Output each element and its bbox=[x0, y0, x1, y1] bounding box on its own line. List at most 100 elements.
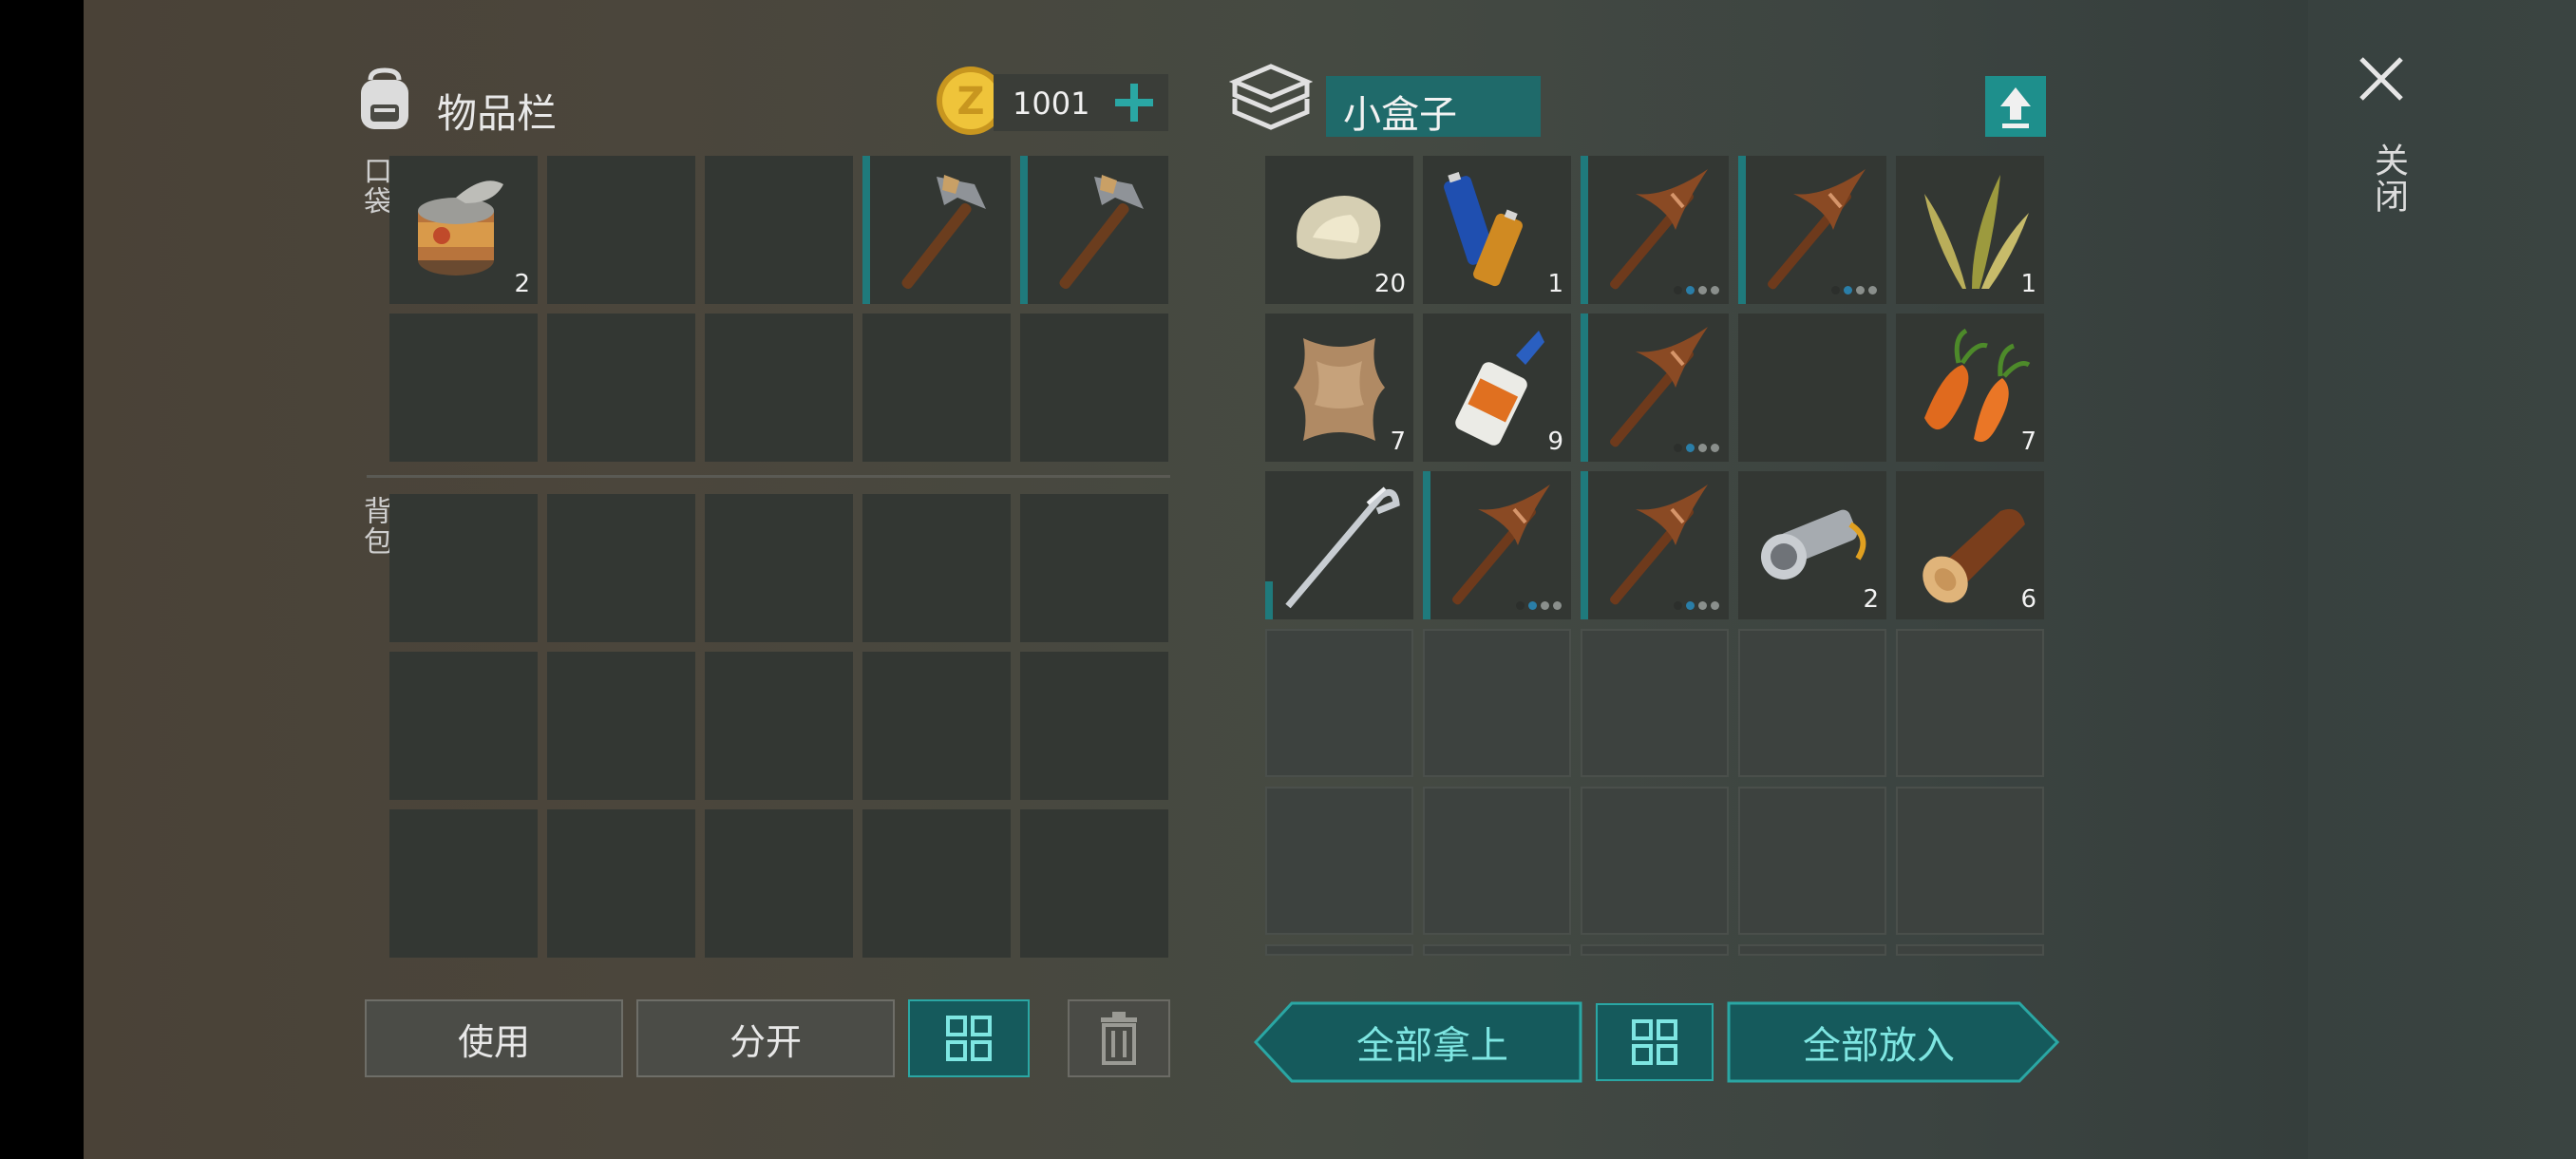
item-count: 7 bbox=[1390, 428, 1406, 456]
container-slot[interactable] bbox=[1738, 787, 1886, 935]
container-slot[interactable] bbox=[1423, 787, 1571, 935]
backpack-slot[interactable] bbox=[862, 494, 1011, 642]
backpack-slot[interactable] bbox=[389, 809, 538, 958]
durability-pips bbox=[1674, 601, 1719, 610]
container-slot[interactable] bbox=[1581, 629, 1729, 777]
close-label[interactable]: 关闭 bbox=[2363, 142, 2413, 215]
durability-bar bbox=[862, 156, 870, 304]
container-slot[interactable]: 2 bbox=[1738, 471, 1886, 619]
container-slot[interactable] bbox=[1738, 944, 1886, 956]
container-slot[interactable] bbox=[1265, 629, 1413, 777]
backpack-icon bbox=[351, 66, 418, 133]
container-slot[interactable] bbox=[1738, 156, 1886, 304]
container-slot[interactable] bbox=[1265, 787, 1413, 935]
inventory-title: 物品栏 bbox=[437, 90, 558, 137]
container-slot[interactable] bbox=[1423, 944, 1571, 956]
pocket-slot[interactable] bbox=[705, 156, 853, 304]
trash-icon bbox=[1101, 1012, 1137, 1065]
container-name: 小盒子 bbox=[1343, 93, 1457, 137]
durability-bar bbox=[1581, 314, 1588, 462]
game-screen: 物品栏 Z 1001 口袋 背包 小盒子 关闭 使用 分开 全部拿上 全部放入 … bbox=[0, 0, 2576, 1159]
container-slot[interactable] bbox=[1423, 471, 1571, 619]
container-slot[interactable] bbox=[1738, 314, 1886, 462]
add-coins-button[interactable] bbox=[1106, 76, 1163, 129]
container-slot[interactable] bbox=[1581, 314, 1729, 462]
backpack-slot[interactable] bbox=[547, 494, 695, 642]
item-count: 9 bbox=[1547, 428, 1563, 456]
backpack-slot[interactable] bbox=[705, 652, 853, 800]
backpack-slot[interactable] bbox=[547, 809, 695, 958]
container-slot[interactable] bbox=[1423, 629, 1571, 777]
container-slot[interactable] bbox=[1896, 944, 2044, 956]
pocket-slot[interactable] bbox=[705, 314, 853, 462]
container-slot[interactable] bbox=[1896, 629, 2044, 777]
pocket-slot[interactable] bbox=[1020, 156, 1168, 304]
grid-icon bbox=[946, 1016, 992, 1061]
container-slot[interactable] bbox=[1581, 471, 1729, 619]
container-slot[interactable] bbox=[1581, 787, 1729, 935]
right-side-panel bbox=[2308, 0, 2576, 1159]
container-slot[interactable] bbox=[1581, 156, 1729, 304]
backpack-slot[interactable] bbox=[1020, 494, 1168, 642]
pocket-slot[interactable] bbox=[547, 156, 695, 304]
container-slot[interactable] bbox=[1581, 944, 1729, 956]
backpack-slot[interactable] bbox=[862, 809, 1011, 958]
durability-pips bbox=[1831, 286, 1877, 294]
durability-bar bbox=[1423, 471, 1430, 619]
container-slot[interactable]: 7 bbox=[1265, 314, 1413, 462]
backpack-slot[interactable] bbox=[1020, 809, 1168, 958]
container-slot[interactable] bbox=[1265, 944, 1413, 956]
put-all-button[interactable]: 全部放入 bbox=[1727, 1001, 2060, 1083]
durability-bar bbox=[1738, 156, 1746, 304]
backpack-slot[interactable] bbox=[389, 652, 538, 800]
close-icon bbox=[2359, 57, 2403, 101]
container-slot[interactable]: 20 bbox=[1265, 156, 1413, 304]
durability-bar bbox=[1265, 581, 1273, 619]
container-slot[interactable]: 9 bbox=[1423, 314, 1571, 462]
upload-button[interactable] bbox=[1985, 76, 2046, 137]
container-slot[interactable] bbox=[1738, 629, 1886, 777]
durability-bar bbox=[1020, 156, 1028, 304]
section-divider bbox=[367, 475, 1170, 478]
pocket-slot[interactable]: 2 bbox=[389, 156, 538, 304]
sort-container-button[interactable] bbox=[1596, 1003, 1714, 1081]
take-all-label: 全部拿上 bbox=[1356, 1024, 1508, 1068]
trash-button[interactable] bbox=[1068, 999, 1170, 1077]
durability-pips bbox=[1674, 286, 1719, 294]
pocket-slot[interactable] bbox=[389, 314, 538, 462]
pocket-slot[interactable] bbox=[547, 314, 695, 462]
pocket-slot[interactable] bbox=[862, 156, 1011, 304]
pocket-slot[interactable] bbox=[862, 314, 1011, 462]
item-count: 7 bbox=[2020, 428, 2036, 456]
durability-pips bbox=[1674, 444, 1719, 452]
backpack-slot[interactable] bbox=[389, 494, 538, 642]
coin-count: 1001 bbox=[1013, 86, 1090, 122]
grid-icon bbox=[1632, 1019, 1677, 1065]
durability-bar bbox=[1581, 156, 1588, 304]
container-slot[interactable]: 6 bbox=[1896, 471, 2044, 619]
backpack-slot[interactable] bbox=[705, 809, 853, 958]
take-all-button[interactable]: 全部拿上 bbox=[1253, 1001, 1582, 1083]
container-slot[interactable]: 7 bbox=[1896, 314, 2044, 462]
item-count: 1 bbox=[1547, 270, 1563, 298]
pocket-slot[interactable] bbox=[1020, 314, 1168, 462]
container-slot[interactable]: 1 bbox=[1896, 156, 2044, 304]
plus-icon bbox=[1115, 84, 1153, 122]
put-all-label: 全部放入 bbox=[1803, 1024, 1955, 1068]
box-stack-icon bbox=[1228, 61, 1314, 139]
backpack-slot[interactable] bbox=[705, 494, 853, 642]
container-slot[interactable]: 1 bbox=[1423, 156, 1571, 304]
durability-pips bbox=[1516, 601, 1562, 610]
item-count: 2 bbox=[514, 270, 530, 298]
backpack-slot[interactable] bbox=[547, 652, 695, 800]
split-button[interactable]: 分开 bbox=[636, 999, 895, 1077]
backpack-slot[interactable] bbox=[862, 652, 1011, 800]
item-count: 2 bbox=[1863, 585, 1879, 614]
close-button[interactable] bbox=[2348, 46, 2415, 112]
backpack-slot[interactable] bbox=[1020, 652, 1168, 800]
use-button[interactable]: 使用 bbox=[365, 999, 623, 1077]
sort-inventory-button[interactable] bbox=[908, 999, 1030, 1077]
durability-bar bbox=[1581, 471, 1588, 619]
container-slot[interactable] bbox=[1265, 471, 1413, 619]
container-slot[interactable] bbox=[1896, 787, 2044, 935]
